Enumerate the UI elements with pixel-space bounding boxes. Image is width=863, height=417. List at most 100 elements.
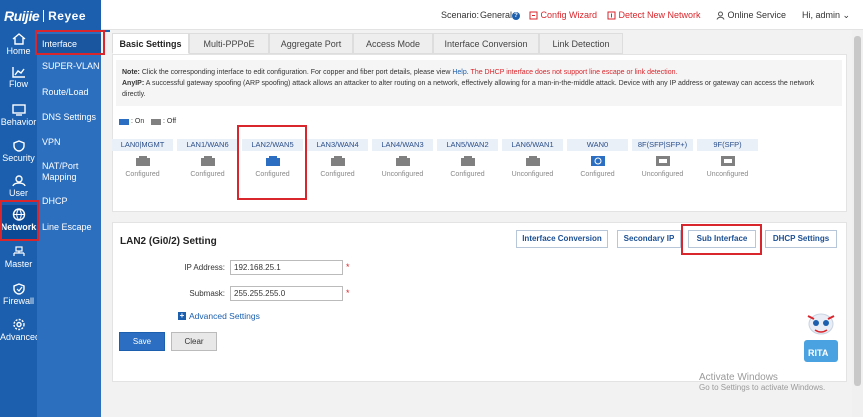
tab-interface-conversion[interactable]: Interface Conversion [433, 33, 539, 54]
top-bar: Scenario: General ? Config Wizard Detect… [101, 0, 863, 30]
help-glyph: ? [512, 11, 520, 20]
mask-required-mark: * [346, 288, 350, 298]
port-lan5-wan2[interactable]: LAN5/WAN2 Configured [437, 139, 498, 185]
submenu-label: Interface [42, 39, 78, 49]
detect-network-link[interactable]: Detect New Network [607, 10, 701, 20]
tab-link-detection[interactable]: Link Detection [539, 33, 623, 54]
note-line: Note: Click the corresponding interface … [122, 67, 836, 78]
detect-icon [607, 11, 616, 20]
submenu-line-escape[interactable]: Line Escape [37, 222, 101, 233]
nav-advanced[interactable]: Advanced [0, 318, 41, 356]
submenu-super-vlan[interactable]: SUPER-VLAN [37, 61, 101, 72]
nav-label: Firewall [2, 296, 34, 306]
ethernet-port-icon [460, 156, 475, 166]
port-name: 9F(SFP) [697, 139, 758, 151]
port-lan1-wan6[interactable]: LAN1/WAN6 Configured [177, 139, 238, 185]
nav-behavior[interactable]: Behavior [0, 104, 37, 142]
user-greeting: Hi, admin [802, 10, 841, 20]
save-button[interactable]: Save [119, 332, 165, 351]
port-on-swatch-icon [119, 118, 129, 125]
port-name: LAN5/WAN2 [437, 139, 498, 151]
nav-label: Network [0, 222, 37, 232]
ip-address-input[interactable] [230, 260, 343, 275]
port-lan4-wan3[interactable]: LAN4/WAN3 Unconfigured [372, 139, 433, 185]
submenu-route-load[interactable]: Route/Load [37, 87, 101, 98]
port-wan0[interactable]: WAN0 Configured [567, 139, 628, 185]
windows-activation-watermark: Activate Windows Go to Settings to activ… [699, 372, 825, 392]
brand-logo: Ruijie Reyee [0, 0, 110, 32]
help-link[interactable]: Help [452, 69, 466, 76]
advanced-settings-toggle[interactable]: + Advanced Settings [178, 311, 260, 321]
nav-firewall[interactable]: Firewall [0, 283, 37, 321]
rita-label: RITA [808, 348, 829, 358]
port-status: Configured [255, 171, 290, 178]
submask-input[interactable] [230, 286, 343, 301]
ethernet-port-icon [135, 156, 150, 166]
submenu-dhcp[interactable]: DHCP [37, 196, 101, 207]
submenu-dns-settings[interactable]: DNS Settings [37, 112, 101, 123]
submenu-label: SUPER-VLAN [42, 61, 100, 71]
ip-address-label: IP Address: [184, 263, 225, 272]
port-lan0-mgmt[interactable]: LAN0|MGMT Configured [112, 139, 173, 185]
main-nav: Home Flow Behavior Security User Network… [0, 0, 41, 417]
dhcp-settings-button[interactable]: DHCP Settings [765, 230, 837, 248]
app-window: Home Flow Behavior Security User Network… [0, 0, 863, 417]
tab-aggregate-port[interactable]: Aggregate Port [269, 33, 353, 54]
submenu-nat-port-mapping[interactable]: NAT/Port Mapping [37, 161, 97, 183]
help-icon[interactable]: ? [512, 10, 520, 20]
submenu-interface[interactable]: Interface [37, 34, 101, 54]
tab-basic-settings[interactable]: Basic Settings [112, 33, 189, 54]
setting-title: LAN2 (Gi0/2) Setting [120, 236, 217, 247]
secondary-ip-button[interactable]: Secondary IP [617, 230, 681, 248]
port-status: Configured [320, 171, 355, 178]
online-service-label: Online Service [727, 10, 787, 20]
nav-security[interactable]: Security [0, 140, 37, 178]
port-status: Unconfigured [641, 171, 684, 178]
user-menu[interactable]: Hi, admin ⌄ [802, 10, 850, 21]
master-icon [12, 246, 25, 256]
submenu-label: DNS Settings [42, 112, 97, 122]
interface-conversion-button[interactable]: Interface Conversion [516, 230, 608, 248]
submenu-label: VPN [42, 137, 61, 147]
online-service-link[interactable]: Online Service [716, 10, 786, 20]
tab-multi-pppoe[interactable]: Multi-PPPoE [189, 33, 269, 54]
wizard-icon [529, 11, 538, 20]
port-status: Configured [125, 171, 160, 178]
clear-button[interactable]: Clear [171, 332, 217, 351]
nav-label: Master [4, 259, 33, 269]
legend-off-label: : Off [163, 118, 177, 125]
sub-interface-button[interactable]: Sub Interface [688, 230, 756, 248]
port-status: Unconfigured [381, 171, 424, 178]
submenu-vpn[interactable]: VPN [37, 137, 101, 148]
chevron-down-icon: ⌄ [842, 10, 851, 20]
nav-label: Security [2, 153, 35, 163]
note-end: . [466, 69, 469, 76]
port-status: Configured [580, 171, 615, 178]
port-lan6-wan1[interactable]: LAN6/WAN1 Unconfigured [502, 139, 563, 185]
port-lan2-wan5[interactable]: LAN2/WAN5 Configured [242, 139, 303, 185]
scenario-label: Scenario: [441, 10, 480, 20]
port-9f-sfp[interactable]: 9F(SFP) Unconfigured [697, 139, 758, 185]
legend-on-label: : On [131, 118, 145, 125]
port-status: Configured [450, 171, 485, 178]
port-name: 8F(SFP|SFP+) [632, 139, 693, 151]
nav-flow[interactable]: Flow [0, 66, 37, 104]
tab-access-mode[interactable]: Access Mode [353, 33, 433, 54]
nav-network[interactable]: Network [0, 205, 37, 239]
port-8f-sfp[interactable]: 8F(SFP|SFP+) Unconfigured [632, 139, 693, 185]
ethernet-port-icon [395, 156, 410, 166]
port-lan3-wan4[interactable]: LAN3/WAN4 Configured [307, 139, 368, 185]
nav-label: Advanced [0, 332, 41, 342]
nav-master[interactable]: Master [0, 246, 37, 284]
anyip-label: AnyIP: [122, 80, 145, 87]
advanced-settings-label: Advanced Settings [189, 311, 260, 321]
home-icon [12, 33, 25, 45]
sfp-port-icon [655, 156, 670, 166]
scenario-value[interactable]: General [480, 10, 512, 20]
port-name: LAN2/WAN5 [242, 139, 303, 151]
config-wizard-link[interactable]: Config Wizard [529, 10, 597, 20]
scrollbar-thumb[interactable] [854, 36, 861, 386]
legend-on: : On [119, 118, 144, 125]
shield-icon [12, 140, 25, 152]
anyip-text: A successful gateway spoofing (ARP spoof… [122, 80, 815, 98]
